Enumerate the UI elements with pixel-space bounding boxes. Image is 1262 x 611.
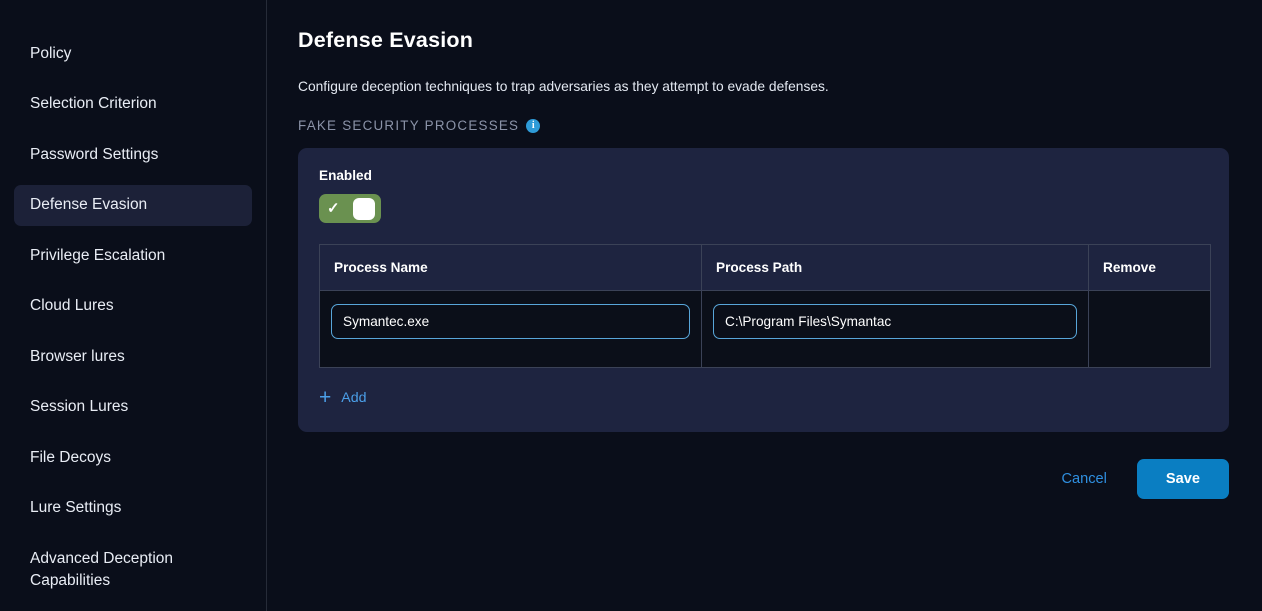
page-title: Defense Evasion [298,28,474,52]
sidebar-item-lure-settings[interactable]: Lure Settings [14,488,252,528]
main-content: Defense Evasion Configure deception tech… [267,0,1262,611]
enabled-label: Enabled [319,168,372,183]
section-header: FAKE SECURITY PROCESSES i [298,118,1229,133]
add-label: Add [341,389,367,406]
column-header-process-path: Process Path [701,244,1089,291]
enabled-toggle[interactable]: ✓ [319,194,381,223]
settings-page: Policy Selection Criterion Password Sett… [0,0,1262,611]
sidebar-item-label: Session Lures [30,398,129,416]
sidebar-item-label: File Decoys [30,448,111,466]
column-header-process-name: Process Name [319,244,702,291]
sidebar-item-session-lures[interactable]: Session Lures [14,387,252,427]
process-name-input[interactable] [331,304,690,339]
cell-process-name [319,290,702,368]
save-button[interactable]: Save [1136,459,1229,499]
sidebar-item-cloud-lures[interactable]: Cloud Lures [14,286,252,326]
page-description: Configure deception techniques to trap a… [298,79,829,94]
sidebar-item-label: Cloud Lures [30,297,114,315]
sidebar-item-privilege-escalation[interactable]: Privilege Escalation [14,236,252,276]
table-row [319,290,1211,368]
cell-process-path [701,290,1089,368]
fake-security-processes-panel: Enabled ✓ Process Name Process Path Remo… [298,148,1229,432]
sidebar-item-selection-criterion[interactable]: Selection Criterion [14,84,252,124]
sidebar-item-label: Lure Settings [30,499,122,517]
column-header-remove: Remove [1088,244,1211,291]
sidebar-item-label: Privilege Escalation [30,246,166,264]
fake-processes-table: Process Name Process Path Remove [319,244,1211,368]
info-icon[interactable]: i [526,118,541,133]
sidebar-item-file-decoys[interactable]: File Decoys [14,438,252,478]
cell-remove[interactable] [1088,290,1211,368]
sidebar-item-password-settings[interactable]: Password Settings [14,135,252,175]
sidebar-item-browser-lures[interactable]: Browser lures [14,337,252,377]
process-path-input[interactable] [713,304,1077,339]
cancel-button[interactable]: Cancel [1051,463,1116,495]
add-row-button[interactable]: + Add [319,387,367,408]
section-title: FAKE SECURITY PROCESSES [298,118,520,133]
sidebar-nav: Policy Selection Criterion Password Sett… [0,0,267,611]
sidebar-item-defense-evasion[interactable]: Defense Evasion [14,185,252,226]
sidebar-item-policy[interactable]: Policy [14,34,252,74]
sidebar-item-advanced-deception-capabilities[interactable]: Advanced Deception Capabilities [14,539,252,602]
table-header-row: Process Name Process Path Remove [319,244,1211,291]
form-actions: Cancel Save [298,459,1229,499]
plus-icon: + [319,386,332,409]
sidebar-item-label: Policy [30,45,72,62]
toggle-knob [353,197,375,220]
sidebar-item-label: Browser lures [30,347,125,365]
sidebar-item-label: Password Settings [30,145,159,163]
table-body [319,290,1211,368]
check-icon: ✓ [327,200,340,217]
sidebar-item-label: Defense Evasion [30,196,148,214]
table-head: Process Name Process Path Remove [319,244,1211,291]
sidebar-item-label: Advanced Deception Capabilities [30,549,174,590]
sidebar-item-label: Selection Criterion [30,95,157,113]
